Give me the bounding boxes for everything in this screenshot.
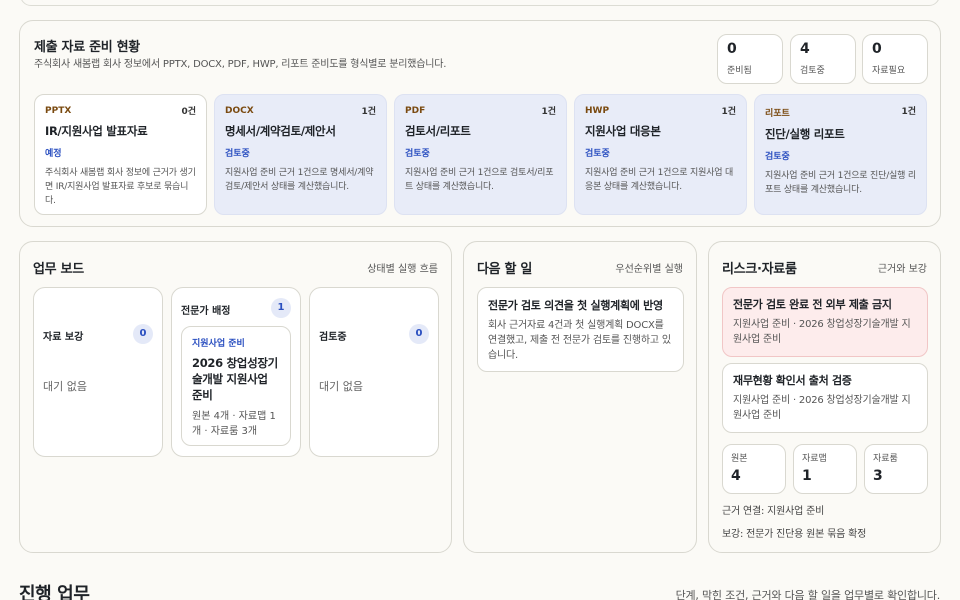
- format-title: IR/지원사업 발표자료: [45, 124, 148, 138]
- format-status: 검토중: [225, 149, 250, 159]
- prep-description: 주식회사 새봄랩 회사 정보에서 PPTX, DOCX, PDF, HWP, 리…: [34, 59, 447, 70]
- format-description: 지원사업 준비 근거 1건으로 지원사업 대응본 상태를 계산했습니다.: [585, 168, 734, 192]
- risk-card-verify[interactable]: 재무현황 확인서 출처 검증 지원사업 준비 · 2026 창업성장기술개발 지…: [722, 363, 928, 433]
- format-card-report[interactable]: 리포트 1건 진단/실행 리포트 검토중 지원사업 준비 근거 1건으로 진단/…: [754, 94, 927, 215]
- format-status: 검토중: [585, 149, 610, 159]
- task-card[interactable]: 지원사업 준비 2026 창업성장기술개발 지원사업 준비 원본 4개 · 자료…: [181, 326, 291, 446]
- next-subtitle: 우선순위별 실행: [615, 264, 683, 275]
- format-name: PDF: [405, 106, 426, 116]
- stat-needs-material-label: 자료필요: [872, 66, 906, 76]
- work-board-panel: 업무 보드 상태별 실행 흐름 자료 보강 0 대기 없음 전문가 배정 1 지…: [19, 241, 452, 553]
- format-count: 1건: [901, 107, 916, 117]
- format-status: 검토중: [765, 152, 790, 162]
- next-task-title: 전문가 검토 의견을 첫 실행계획에 반영: [488, 299, 663, 312]
- count-label: 자료룸: [873, 454, 898, 464]
- count-label: 자료맵: [802, 454, 827, 464]
- board-column-expert-assign: 전문가 배정 1 지원사업 준비 2026 창업성장기술개발 지원사업 준비 원…: [171, 287, 301, 457]
- next-tasks-panel: 다음 할 일 우선순위별 실행 전문가 검토 의견을 첫 실행계획에 반영 회사…: [463, 241, 697, 553]
- submission-prep-panel: 제출 자료 준비 현황 주식회사 새봄랩 회사 정보에서 PPTX, DOCX,…: [19, 20, 941, 227]
- format-name: 리포트: [765, 109, 790, 119]
- stat-ready: 0 준비됨: [717, 34, 783, 84]
- format-name: DOCX: [225, 106, 254, 116]
- count-dataroom: 자료룸 3: [864, 444, 928, 494]
- evidence-link-text: 근거 연결: 지원사업 준비: [722, 506, 825, 517]
- column-label: 검토중: [319, 332, 347, 343]
- board-column-reviewing: 검토중 0 대기 없음: [309, 287, 439, 457]
- format-description: 지원사업 준비 근거 1건으로 명세서/계약검토/제안서 상태를 계산했습니다.: [225, 168, 374, 192]
- stat-reviewing: 4 검토중: [790, 34, 856, 84]
- stat-reviewing-label: 검토중: [800, 66, 825, 76]
- risk-card-title: 전문가 검토 완료 전 외부 제출 금지: [733, 298, 892, 311]
- next-task-description: 회사 근거자료 4건과 첫 실행계획 DOCX를 연결했고, 제출 전 전문가 …: [488, 320, 671, 361]
- board-title: 업무 보드: [33, 262, 84, 277]
- risk-card-title: 재무현황 확인서 출처 검증: [733, 374, 852, 387]
- count-originals: 원본 4: [722, 444, 786, 494]
- column-label: 자료 보강: [43, 332, 84, 343]
- format-description: 주식회사 새봄랩 회사 정보에 근거가 생기면 IR/지원사업 발표자료 후보로…: [45, 168, 196, 206]
- count-datamap: 자료맵 1: [793, 444, 857, 494]
- next-task-card[interactable]: 전문가 검토 의견을 첫 실행계획에 반영 회사 근거자료 4건과 첫 실행계획…: [477, 287, 684, 372]
- stat-ready-value: 0: [727, 41, 737, 57]
- format-card-pptx[interactable]: PPTX 0건 IR/지원사업 발표자료 예정 주식회사 새봄랩 회사 정보에 …: [34, 94, 207, 215]
- format-status: 예정: [45, 149, 62, 159]
- format-title: 명세서/계약검토/제안서: [225, 124, 336, 138]
- format-count: 1건: [361, 107, 376, 117]
- board-column-supplement: 자료 보강 0 대기 없음: [33, 287, 163, 457]
- stat-needs-material: 0 자료필요: [862, 34, 928, 84]
- format-count: 0건: [181, 107, 196, 117]
- format-status: 검토중: [405, 149, 430, 159]
- format-name: PPTX: [45, 106, 72, 116]
- format-count: 1건: [721, 107, 736, 117]
- task-tag: 지원사업 준비: [192, 339, 245, 349]
- stat-ready-label: 준비됨: [727, 66, 752, 76]
- risk-card-description: 지원사업 준비 · 2026 창업성장기술개발 지원사업 준비: [733, 395, 911, 421]
- column-count-badge: 0: [133, 324, 153, 344]
- format-card-hwp[interactable]: HWP 1건 지원사업 대응본 검토중 지원사업 준비 근거 1건으로 지원사업…: [574, 94, 747, 215]
- next-title: 다음 할 일: [477, 262, 533, 277]
- count-value: 3: [873, 468, 883, 484]
- format-title: 지원사업 대응본: [585, 124, 661, 138]
- count-value: 1: [802, 468, 812, 484]
- top-panel-edge: [20, 0, 940, 6]
- risk-subtitle: 근거와 보강: [877, 264, 927, 275]
- format-title: 검토서/리포트: [405, 124, 471, 138]
- column-count-badge: 1: [271, 298, 291, 318]
- column-count-badge: 0: [409, 324, 429, 344]
- count-value: 4: [731, 468, 741, 484]
- risk-card-description: 지원사업 준비 · 2026 창업성장기술개발 지원사업 준비: [733, 319, 911, 345]
- supplement-text: 보강: 전문가 진단용 원본 묶음 확정: [722, 529, 867, 540]
- risk-dataroom-panel: 리스크·자료룸 근거와 보강 전문가 검토 완료 전 외부 제출 금지 지원사업…: [708, 241, 941, 553]
- stat-reviewing-value: 4: [800, 41, 810, 57]
- format-count: 1건: [541, 107, 556, 117]
- task-title: 2026 창업성장기술개발 지원사업 준비: [192, 356, 278, 402]
- column-empty-text: 대기 없음: [319, 380, 363, 393]
- progress-section-description: 단계, 막힌 조건, 근거와 다음 할 일을 업무별로 확인합니다.: [675, 589, 941, 600]
- format-card-docx[interactable]: DOCX 1건 명세서/계약검토/제안서 검토중 지원사업 준비 근거 1건으로…: [214, 94, 387, 215]
- task-meta: 원본 4개 · 자료맵 1개 · 자료룸 3개: [192, 411, 276, 437]
- format-title: 진단/실행 리포트: [765, 127, 845, 141]
- prep-title: 제출 자료 준비 현황: [34, 40, 140, 55]
- count-label: 원본: [731, 454, 748, 464]
- format-description: 지원사업 준비 근거 1건으로 검토서/리포트 상태를 계산했습니다.: [405, 168, 554, 192]
- format-name: HWP: [585, 106, 610, 116]
- board-subtitle: 상태별 실행 흐름: [367, 264, 438, 275]
- progress-section-title: 진행 업무: [19, 584, 90, 600]
- column-empty-text: 대기 없음: [43, 380, 87, 393]
- column-label: 전문가 배정: [181, 306, 231, 317]
- stat-needs-material-value: 0: [872, 41, 882, 57]
- risk-title: 리스크·자료룸: [722, 262, 797, 277]
- format-card-pdf[interactable]: PDF 1건 검토서/리포트 검토중 지원사업 준비 근거 1건으로 검토서/리…: [394, 94, 567, 215]
- format-description: 지원사업 준비 근거 1건으로 진단/실행 리포트 상태를 계산했습니다.: [765, 171, 916, 195]
- risk-card-warning[interactable]: 전문가 검토 완료 전 외부 제출 금지 지원사업 준비 · 2026 창업성장…: [722, 287, 928, 357]
